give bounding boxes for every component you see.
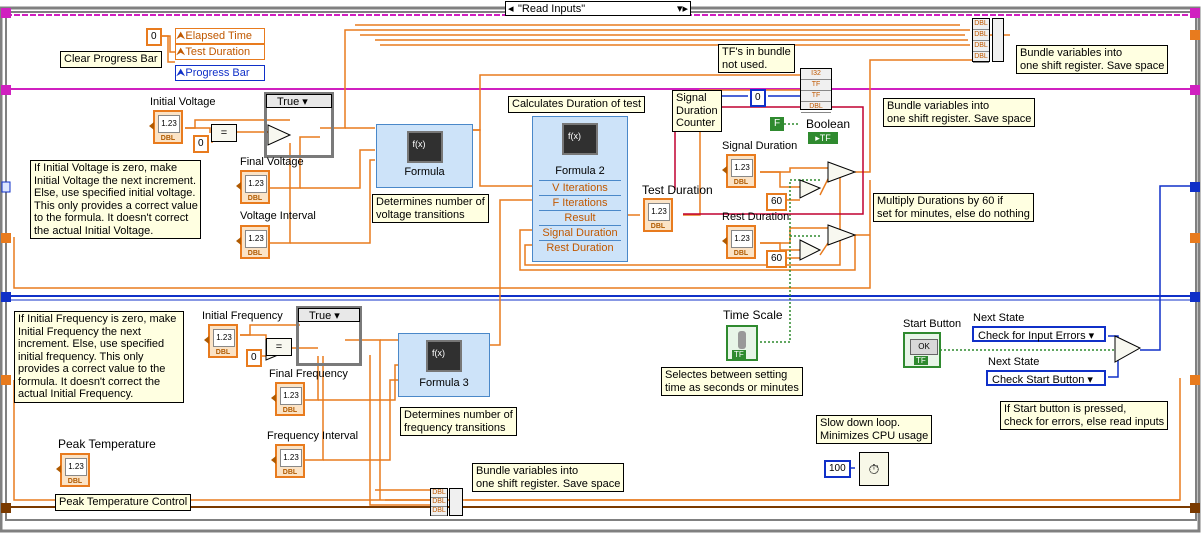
label-next-state-2: Next State <box>988 356 1040 368</box>
case-prev-icon[interactable]: ◂ <box>508 2 514 16</box>
equal-primitive-frequency: = <box>266 338 292 356</box>
note-start-button: If Start button is pressed, check for er… <box>1000 401 1169 430</box>
rest-duration-control[interactable]: 1.23 DBL <box>722 225 756 259</box>
note-bundle-middle: Bundle variables into one shift register… <box>883 98 1036 127</box>
signal-duration-control[interactable]: 1.23 DBL <box>722 154 756 188</box>
boolean-indicator[interactable]: ▸TF <box>808 132 838 144</box>
metronome-wait-icon: ⏱ <box>859 452 889 486</box>
formula-2-row: Rest Duration <box>539 240 621 255</box>
sixty-constant-signal[interactable]: 60 <box>766 193 788 211</box>
zero-constant-voltage[interactable]: 0 <box>193 135 209 153</box>
progress-bar-ref[interactable]: ⮝Progress Bar <box>175 65 265 81</box>
note-bundle-bottom: Bundle variables into one shift register… <box>472 463 625 492</box>
label-initial-voltage: Initial Voltage <box>150 96 216 108</box>
label-start-button: Start Button <box>903 318 962 330</box>
label-next-state-1: Next State <box>973 312 1025 324</box>
formula-icon <box>406 131 443 163</box>
label-boolean: Boolean <box>806 117 851 131</box>
formula-2-row: F Iterations <box>539 195 621 210</box>
case-selector-value: "Read Inputs" <box>518 3 586 15</box>
label-test-duration: Test Duration <box>642 183 713 197</box>
formula-2-row: V Iterations <box>539 180 621 195</box>
note-multiply-60: Multiply Durations by 60 if set for minu… <box>873 193 1034 222</box>
note-time-scale: Selectes between setting time as seconds… <box>661 367 803 396</box>
zero-constant-top[interactable]: 0 <box>146 28 162 46</box>
time-scale-switch[interactable]: TF <box>726 325 758 361</box>
note-peak-temp-control: Peak Temperature Control <box>55 494 192 511</box>
bundle-node-top-slots <box>992 18 1004 62</box>
frequency-interval-control[interactable]: 1.23 DBL <box>271 444 305 478</box>
initial-voltage-control[interactable]: 1.23 DBL <box>149 110 183 144</box>
note-slow-down: Slow down loop. Minimizes CPU usage <box>816 415 933 444</box>
property-node-icon: ⮝ <box>176 46 186 58</box>
next-state-enum-2[interactable]: Check Start Button ▾ <box>986 370 1106 386</box>
note-frequency-transitions: Determines number of frequency transitio… <box>400 407 517 436</box>
tf-badge: TF <box>914 356 928 365</box>
label-peak-temperature: Peak Temperature <box>58 437 156 451</box>
case-selector[interactable]: ◂ "Read Inputs" ▾▸ <box>505 1 691 16</box>
label-frequency-interval: Frequency Interval <box>267 430 359 442</box>
test-duration-ref[interactable]: ⮝Test Duration <box>175 44 265 60</box>
frequency-case-selector[interactable]: True ▾ <box>298 308 360 322</box>
zero-constant-frequency[interactable]: 0 <box>246 349 262 367</box>
note-signal-counter: Signal Duration Counter <box>672 90 722 132</box>
start-button-control[interactable]: OK TF <box>903 332 941 368</box>
formula-node-1[interactable]: Formula <box>376 124 473 188</box>
formula-node-3[interactable]: Formula 3 <box>398 333 490 397</box>
next-state-enum-1[interactable]: Check for Input Errors ▾ <box>972 326 1106 342</box>
sixty-constant-rest[interactable]: 60 <box>766 250 788 268</box>
note-voltage-zero: If Initial Voltage is zero, make Initial… <box>30 160 201 239</box>
final-frequency-control[interactable]: 1.23 DBL <box>271 382 305 416</box>
note-frequency-zero: If Initial Frequency is zero, make Initi… <box>14 311 184 403</box>
label-voltage-interval: Voltage Interval <box>240 210 316 222</box>
label-final-frequency: Final Frequency <box>269 368 348 380</box>
bundle-node-bottom: DBL DBL DBL <box>430 488 448 516</box>
note-voltage-transitions: Determines number of voltage transitions <box>372 194 489 223</box>
voltage-interval-control[interactable]: 1.23 DBL <box>236 225 270 259</box>
equal-primitive: = <box>211 124 237 142</box>
formula-1-title: Formula <box>404 166 445 178</box>
test-duration-indicator[interactable]: 1.23 DBL <box>643 198 673 232</box>
property-node-icon: ⮝ <box>176 30 186 42</box>
green-wires <box>760 123 1115 351</box>
formula-icon <box>426 340 462 372</box>
case-next-icon[interactable]: ▾▸ <box>677 2 688 16</box>
label-final-voltage: Final Voltage <box>240 156 304 168</box>
property-node-icon: ⮝ <box>176 67 186 79</box>
initial-frequency-control[interactable]: 1.23 DBL <box>204 324 238 358</box>
formula-3-title: Formula 3 <box>419 377 469 389</box>
note-tf-bundle: TF's in bundle not used. <box>718 44 795 73</box>
formula-node-2[interactable]: Formula 2 V Iterations F Iterations Resu… <box>532 116 628 262</box>
formula-icon <box>562 123 598 155</box>
zero-counter-constant[interactable]: 0 <box>750 89 766 107</box>
bundle-node-top: DBL DBL DBL DBL <box>972 18 990 63</box>
toggle-switch-icon <box>738 331 746 349</box>
false-constant[interactable]: F <box>770 117 784 131</box>
formula-2-row: Signal Duration <box>539 225 621 240</box>
note-duration-of-test: Calculates Duration of test <box>508 96 646 113</box>
label-signal-duration: Signal Duration <box>722 140 798 152</box>
hundred-constant[interactable]: 100 <box>824 460 851 478</box>
note-clear-progress: Clear Progress Bar <box>60 51 162 68</box>
bundle-node-middle: I32 TF TF DBL <box>800 68 832 113</box>
peak-temperature-control[interactable]: 1.23 DBL <box>56 453 90 487</box>
label-initial-frequency: Initial Frequency <box>202 310 283 322</box>
tf-badge: TF <box>732 350 746 359</box>
formula-2-row: Result <box>539 210 621 225</box>
elapsed-time-ref[interactable]: ⮝Elapsed Time <box>175 28 265 44</box>
label-time-scale: Time Scale <box>723 308 783 322</box>
note-bundle-top-right: Bundle variables into one shift register… <box>1016 45 1169 74</box>
label-rest-duration: Rest Duration <box>722 211 790 223</box>
voltage-case-selector[interactable]: True ▾ <box>266 94 332 108</box>
formula-2-title: Formula 2 <box>555 165 605 177</box>
final-voltage-control[interactable]: 1.23 DBL <box>236 170 270 204</box>
bundle-node-bottom-slots <box>449 488 463 516</box>
ok-button-face: OK <box>910 339 938 355</box>
